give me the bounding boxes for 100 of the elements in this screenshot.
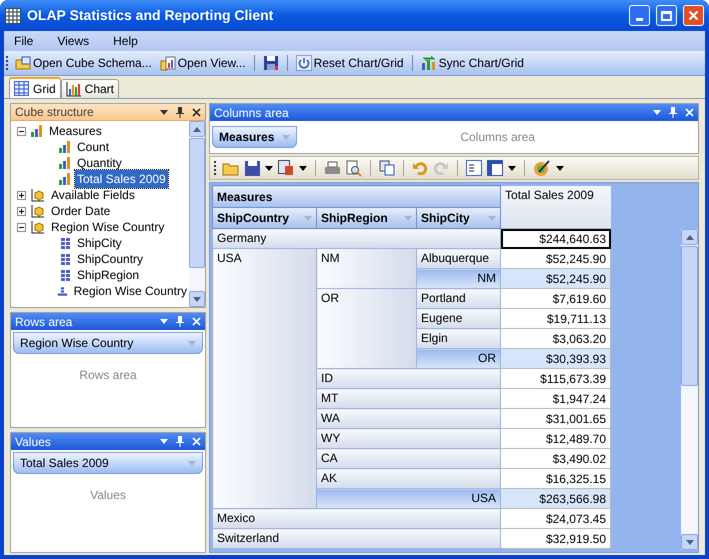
field-header-button[interactable]: ShipCountry — [213, 208, 316, 228]
dropdown-button[interactable] — [160, 110, 168, 114]
tree-item[interactable]: Quantity — [75, 154, 124, 172]
folder-grid-icon — [15, 56, 31, 70]
dropdown-caret-icon — [556, 166, 564, 170]
panel-title: Values — [15, 434, 52, 450]
panel-title: Cube structure — [15, 104, 95, 121]
save-icon — [262, 55, 279, 71]
field-button[interactable]: Measures — [212, 126, 298, 148]
scroll-down-icon — [686, 540, 694, 544]
tree-item[interactable]: ShipCountry — [75, 250, 146, 268]
minimize-button[interactable] — [629, 5, 650, 26]
pin-icon[interactable] — [669, 107, 677, 118]
row-header-cell: NM — [316, 248, 416, 288]
value-cell[interactable]: $3,490.02 — [500, 448, 611, 468]
total-value-cell[interactable]: $52,245.90 — [500, 268, 611, 288]
total-value-cell[interactable]: $263,566.98 — [500, 488, 611, 508]
field-header-button[interactable]: ShipRegion — [317, 208, 416, 228]
sort-caret-icon — [488, 216, 496, 220]
tree-item[interactable]: ShipCity — [75, 234, 124, 252]
tree-item[interactable]: Region Wise Country — [72, 282, 189, 300]
value-cell[interactable]: $32,919.50 — [500, 528, 611, 548]
pin-icon[interactable] — [176, 316, 184, 327]
power-icon — [296, 55, 312, 71]
row-header-cell: CA — [316, 448, 501, 468]
scrollbar[interactable] — [189, 121, 205, 307]
value-cell[interactable]: $19,711.13 — [500, 308, 611, 328]
menu-item[interactable]: Views — [57, 32, 90, 50]
toolbar-button[interactable]: Reset Chart/Grid — [294, 54, 406, 72]
panel-title: Columns area — [214, 104, 290, 122]
grid-icon — [59, 268, 71, 282]
row-header-cell: Eugene — [416, 308, 501, 328]
close-button[interactable] — [683, 5, 704, 26]
value-cell[interactable]: $244,640.63 — [500, 228, 611, 248]
row-header-cell: Portland — [416, 288, 501, 308]
dropdown-caret-icon — [265, 166, 273, 170]
tree-item[interactable]: Region Wise Country — [49, 218, 166, 236]
expand-icon[interactable] — [17, 206, 26, 216]
paint-brush-icon[interactable] — [533, 160, 551, 176]
row-header-cell: OR — [316, 288, 416, 368]
toolbar-button[interactable]: Sync Chart/Grid — [418, 54, 526, 72]
layout-icon[interactable] — [487, 160, 503, 176]
field-header-button[interactable]: ShipCity — [417, 208, 500, 228]
tree-item[interactable]: Total Sales 2009 — [75, 170, 168, 188]
tree-item[interactable]: ShipRegion — [75, 266, 142, 284]
dropdown-caret-icon — [299, 166, 307, 170]
value-cell[interactable]: $31,001.65 — [500, 408, 611, 428]
panel-title: Rows area — [15, 314, 74, 330]
total-label-cell: NM — [416, 268, 501, 288]
scrollbar[interactable] — [681, 229, 698, 550]
bar-chart-icon — [59, 157, 71, 169]
toolbar-button[interactable]: Open View... — [158, 54, 248, 72]
dropdown-button[interactable] — [160, 439, 168, 444]
printer-icon[interactable] — [324, 160, 341, 176]
value-cell[interactable]: $115,673.39 — [500, 368, 611, 388]
value-cell[interactable]: $16,325.15 — [500, 468, 611, 488]
close-icon[interactable] — [192, 108, 201, 116]
value-cell[interactable]: $1,947.24 — [500, 388, 611, 408]
toolbar-button[interactable]: Open Cube Schema... — [13, 54, 154, 72]
field-button[interactable]: Total Sales 2009 — [13, 452, 203, 474]
tab[interactable]: Grid — [9, 77, 61, 98]
close-icon — [688, 10, 699, 21]
menu-item[interactable]: Help — [113, 32, 138, 50]
tree-item[interactable]: Count — [75, 138, 112, 156]
total-label-cell: OR — [416, 348, 501, 368]
row-header-cell: WY — [316, 428, 501, 448]
print-preview-icon[interactable] — [346, 160, 362, 176]
value-cell[interactable]: $24,073.45 — [500, 508, 611, 528]
save-icon[interactable] — [245, 160, 260, 176]
open-folder-icon[interactable] — [222, 160, 240, 176]
dropdown-button[interactable] — [653, 110, 661, 115]
collapse-icon[interactable] — [17, 222, 26, 232]
cube-icon — [31, 204, 45, 218]
field-list-icon[interactable] — [466, 160, 482, 176]
row-header-cell: Elgin — [416, 328, 501, 348]
area-caption: Values — [90, 487, 126, 504]
field-button[interactable]: Region Wise Country — [13, 332, 203, 354]
value-cell[interactable]: $3,063.20 — [500, 328, 611, 348]
row-header-cell: WA — [316, 408, 501, 428]
grid-icon — [59, 236, 71, 250]
menu-item[interactable]: File — [14, 32, 34, 50]
copy-icon[interactable] — [379, 160, 395, 176]
tree-item[interactable]: Order Date — [49, 202, 112, 220]
export-icon[interactable] — [278, 160, 294, 176]
row-header-cell: Mexico — [212, 508, 501, 528]
value-cell[interactable]: $52,245.90 — [500, 248, 611, 268]
dropdown-button[interactable] — [160, 319, 168, 324]
dropdown-caret-icon — [508, 166, 516, 170]
tab[interactable]: Chart — [60, 79, 120, 98]
maximize-button[interactable] — [656, 5, 677, 26]
tree-item[interactable]: Measures — [47, 122, 104, 140]
scroll-up-icon — [686, 234, 694, 240]
pin-icon[interactable] — [176, 436, 184, 447]
total-value-cell[interactable]: $30,393.93 — [500, 348, 611, 368]
collapse-icon[interactable] — [17, 126, 26, 136]
expand-icon[interactable] — [17, 190, 26, 200]
value-cell[interactable]: $12,489.70 — [500, 428, 611, 448]
tree-item[interactable]: Available Fields — [49, 186, 137, 204]
value-cell[interactable]: $7,619.60 — [500, 288, 611, 308]
pin-icon[interactable] — [176, 106, 184, 118]
